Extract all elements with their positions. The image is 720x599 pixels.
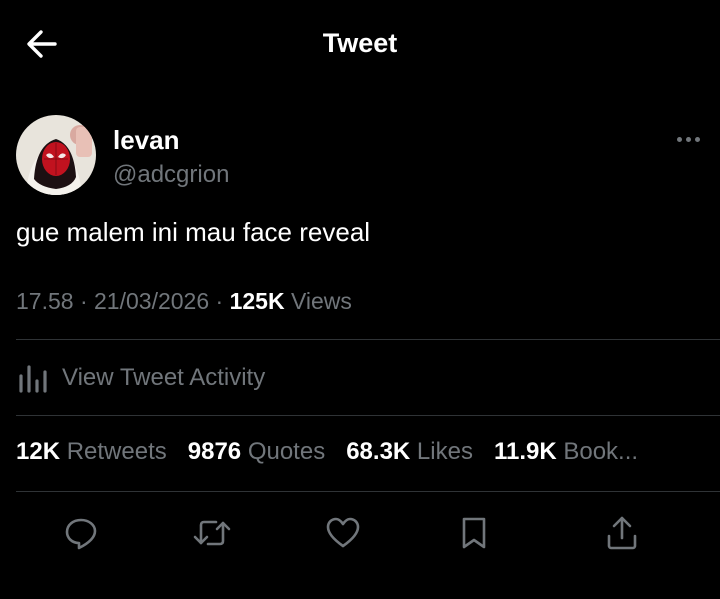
bookmark-button[interactable] xyxy=(451,510,497,556)
tweet-stats: 12K Retweets 9876 Quotes 68.3K Likes 11.… xyxy=(16,438,659,466)
action-bar xyxy=(0,510,720,556)
more-horizontal-icon xyxy=(676,136,682,142)
share-icon xyxy=(607,516,637,550)
like-button[interactable] xyxy=(320,510,366,556)
meta-separator: · xyxy=(209,288,230,314)
stat-count: 12K xyxy=(16,438,61,465)
stat-label: Retweets xyxy=(66,438,167,465)
retweet-button[interactable] xyxy=(189,510,235,556)
avatar[interactable] xyxy=(16,115,96,195)
more-options-button[interactable] xyxy=(670,129,706,149)
reply-button[interactable] xyxy=(58,510,104,556)
tweet-meta: 17.58 · 21/03/2026 · 125K Views xyxy=(16,288,352,315)
stat-count: 9876 xyxy=(187,438,242,465)
stat-count: 11.9K xyxy=(493,438,557,465)
share-button[interactable] xyxy=(599,510,645,556)
divider xyxy=(16,339,720,340)
stat-bookmarks[interactable]: 11.9K Book... xyxy=(494,438,638,466)
activity-label: View Tweet Activity xyxy=(62,364,266,391)
stat-count: 68.3K xyxy=(346,438,411,465)
view-tweet-activity-button[interactable]: View Tweet Activity xyxy=(16,352,265,404)
bar-chart-icon xyxy=(19,365,47,393)
reply-icon xyxy=(65,518,97,550)
stat-label: Likes xyxy=(416,438,473,465)
retweet-icon xyxy=(193,520,231,546)
tweet-text: gue malem ini mau face reveal xyxy=(16,217,371,247)
tweet-author: levan @adcgrion xyxy=(16,115,706,199)
tweet-time: 17.58 xyxy=(16,288,74,314)
stat-label: Quotes xyxy=(247,438,326,465)
author-handle[interactable]: @adcgrion xyxy=(113,161,229,189)
page-title: Tweet xyxy=(322,28,398,58)
views-count[interactable]: 125K xyxy=(230,288,285,314)
heart-icon xyxy=(326,517,360,548)
stat-label: Book... xyxy=(563,438,639,465)
author-name[interactable]: levan xyxy=(113,125,180,156)
meta-separator: · xyxy=(73,288,95,314)
divider xyxy=(16,491,720,492)
top-bar: Tweet xyxy=(0,0,720,90)
stat-quotes[interactable]: 9876 Quotes xyxy=(188,438,325,466)
stat-likes[interactable]: 68.3K Likes xyxy=(346,438,473,466)
tweet-date: 21/03/2026 xyxy=(94,288,210,314)
bookmark-icon xyxy=(462,517,486,549)
views-label: Views xyxy=(290,288,352,314)
divider xyxy=(16,415,720,416)
stat-retweets[interactable]: 12K Retweets xyxy=(16,438,167,466)
